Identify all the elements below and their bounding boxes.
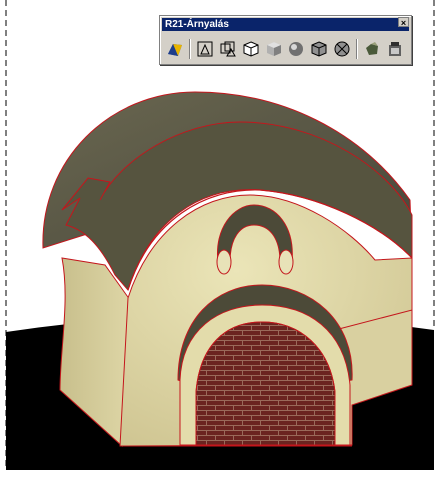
rendered-model (5, 0, 435, 470)
gouraud-shaded-button[interactable] (286, 38, 308, 60)
flat-edges-on-button[interactable] (308, 38, 330, 60)
render-settings-button[interactable] (384, 38, 406, 60)
render-settings-icon (389, 41, 402, 56)
2d-wireframe-button[interactable] (194, 38, 216, 60)
drawing-viewport[interactable] (0, 0, 440, 480)
toolbar-close-button[interactable]: × (398, 17, 409, 28)
toolbar-separator (188, 38, 191, 59)
toolbar-buttons (164, 36, 407, 61)
hidden-button[interactable] (240, 38, 262, 60)
window-sill-left (216, 249, 232, 275)
flat-edges-on-icon (311, 40, 327, 57)
gouraud-edges-on-icon (334, 41, 350, 56)
hidden-icon (243, 40, 259, 57)
shade-button[interactable] (164, 38, 186, 60)
flat-shaded-icon (266, 41, 281, 56)
gouraud-edges-on-button[interactable] (331, 38, 353, 60)
window-sill-right (278, 249, 294, 275)
render-icon (366, 41, 379, 55)
flat-shaded-button[interactable] (263, 38, 285, 60)
shade-toolbar: R21-Árnyalás × (159, 15, 412, 65)
2d-wireframe-icon (197, 41, 213, 56)
render-button[interactable] (361, 38, 383, 60)
toolbar-separator (356, 38, 359, 59)
shade-icon (167, 43, 182, 56)
gouraud-shaded-icon (289, 41, 304, 56)
3d-wireframe-icon (220, 41, 236, 56)
toolbar-title[interactable]: R21-Árnyalás (162, 18, 409, 31)
3d-wireframe-button[interactable] (217, 38, 239, 60)
